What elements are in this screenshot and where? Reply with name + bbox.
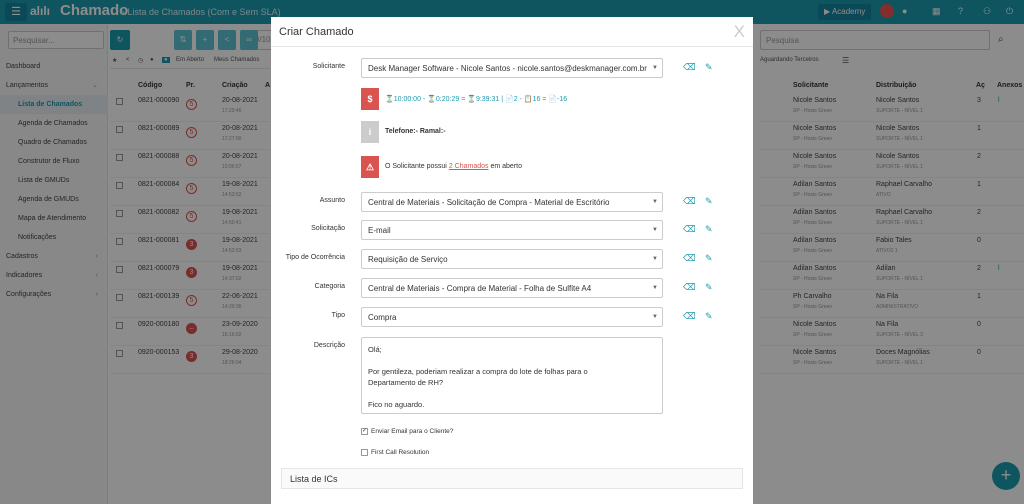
chevron-down-icon: ▼ (652, 256, 658, 262)
eraser-icon[interactable]: ⌫ (683, 224, 696, 235)
eraser-icon[interactable]: ⌫ (683, 196, 696, 207)
descricao-line: Fico no aguardo. (368, 400, 425, 409)
field-select[interactable]: E-mail ▼ (361, 220, 663, 240)
warning-text: O Solicitante possui 2 Chamados em abert… (385, 163, 522, 170)
phone-info: i Telefone:- Ramal:- (361, 121, 681, 143)
field-value: Central de Materiais - Compra de Materia… (368, 284, 592, 293)
open-tickets-warning: ⚠ O Solicitante possui 2 Chamados em abe… (361, 156, 681, 178)
chevron-down-icon: ▼ (652, 199, 658, 205)
field-value: Compra (368, 313, 397, 322)
warning-icon: ⚠ (361, 156, 379, 178)
edit-icon[interactable]: ✎ (705, 196, 713, 207)
chevron-down-icon: ▼ (652, 227, 658, 233)
field-label: Assunto (319, 197, 345, 204)
field-select[interactable]: Central de Materiais - Solicitação de Co… (361, 192, 663, 212)
field-label: Tipo (331, 312, 345, 319)
edit-icon[interactable]: ✎ (705, 311, 713, 322)
edit-icon[interactable]: ✎ (705, 62, 713, 73)
descricao-line (368, 355, 656, 366)
phone-text: Telefone:- Ramal:- (385, 128, 446, 135)
create-ticket-modal: Criar Chamado X Solicitante Desk Manager… (271, 17, 753, 504)
modal-title: Criar Chamado (279, 26, 354, 38)
close-icon[interactable]: X (734, 22, 745, 42)
solicitante-label: Solicitante (312, 63, 345, 70)
field-select[interactable]: Compra ▼ (361, 307, 663, 327)
solicitante-select[interactable]: Desk Manager Software - Nicole Santos - … (361, 58, 663, 78)
eraser-icon[interactable]: ⌫ (683, 282, 696, 293)
sla-info: $ ⏳10:00:00 - ⏳0:20:29 = ⏳9:39:31 | 📄2 -… (361, 88, 681, 110)
field-label: Categoria (314, 283, 345, 290)
field-select[interactable]: Requisição de Serviço ▼ (361, 249, 663, 269)
descricao-line: Departamento de RH? (368, 378, 444, 387)
send-email-checkbox[interactable]: ✓ Enviar Email para o Cliente? (361, 428, 453, 435)
divider (271, 46, 753, 47)
ics-section-header[interactable]: Lista de ICs (281, 468, 743, 489)
send-email-label: Enviar Email para o Cliente? (371, 428, 454, 436)
info-icon: i (361, 121, 379, 143)
field-value: E-mail (368, 226, 391, 235)
dollar-icon: $ (361, 88, 379, 110)
eraser-icon[interactable]: ⌫ (683, 62, 696, 73)
open-tickets-link[interactable]: 2 Chamados (449, 163, 489, 170)
descricao-line: Por gentileza, poderiam realizar a compr… (368, 367, 588, 376)
descricao-label: Descrição (313, 342, 345, 349)
field-value: Central de Materiais - Solicitação de Co… (368, 198, 610, 207)
solicitante-value: Desk Manager Software - Nicole Santos - … (368, 64, 647, 73)
sla-text[interactable]: ⏳10:00:00 - ⏳0:20:29 = ⏳9:39:31 | 📄2 - 📋… (385, 95, 567, 103)
edit-icon[interactable]: ✎ (705, 282, 713, 293)
eraser-icon[interactable]: ⌫ (683, 311, 696, 322)
checkbox-checked-icon: ✓ (361, 428, 368, 435)
first-call-label: First Call Resolution (371, 449, 430, 457)
edit-icon[interactable]: ✎ (705, 253, 713, 264)
warning-suffix: em aberto (488, 163, 522, 170)
chevron-down-icon: ▼ (652, 65, 658, 71)
eraser-icon[interactable]: ⌫ (683, 253, 696, 264)
descricao-line: Olá; (368, 345, 382, 354)
field-label: Tipo de Ocorrência (285, 254, 345, 261)
chevron-down-icon: ▼ (652, 314, 658, 320)
descricao-textarea[interactable]: Olá; Por gentileza, poderiam realizar a c… (361, 337, 663, 414)
edit-icon[interactable]: ✎ (705, 224, 713, 235)
field-value: Requisição de Serviço (368, 255, 448, 264)
field-label: Solicitação (311, 225, 345, 232)
first-call-checkbox[interactable]: First Call Resolution (361, 449, 429, 456)
warning-prefix: O Solicitante possui (385, 163, 449, 170)
checkbox-icon (361, 449, 368, 456)
descricao-line (368, 388, 656, 399)
field-select[interactable]: Central de Materiais - Compra de Materia… (361, 278, 663, 298)
chevron-down-icon: ▼ (652, 285, 658, 291)
